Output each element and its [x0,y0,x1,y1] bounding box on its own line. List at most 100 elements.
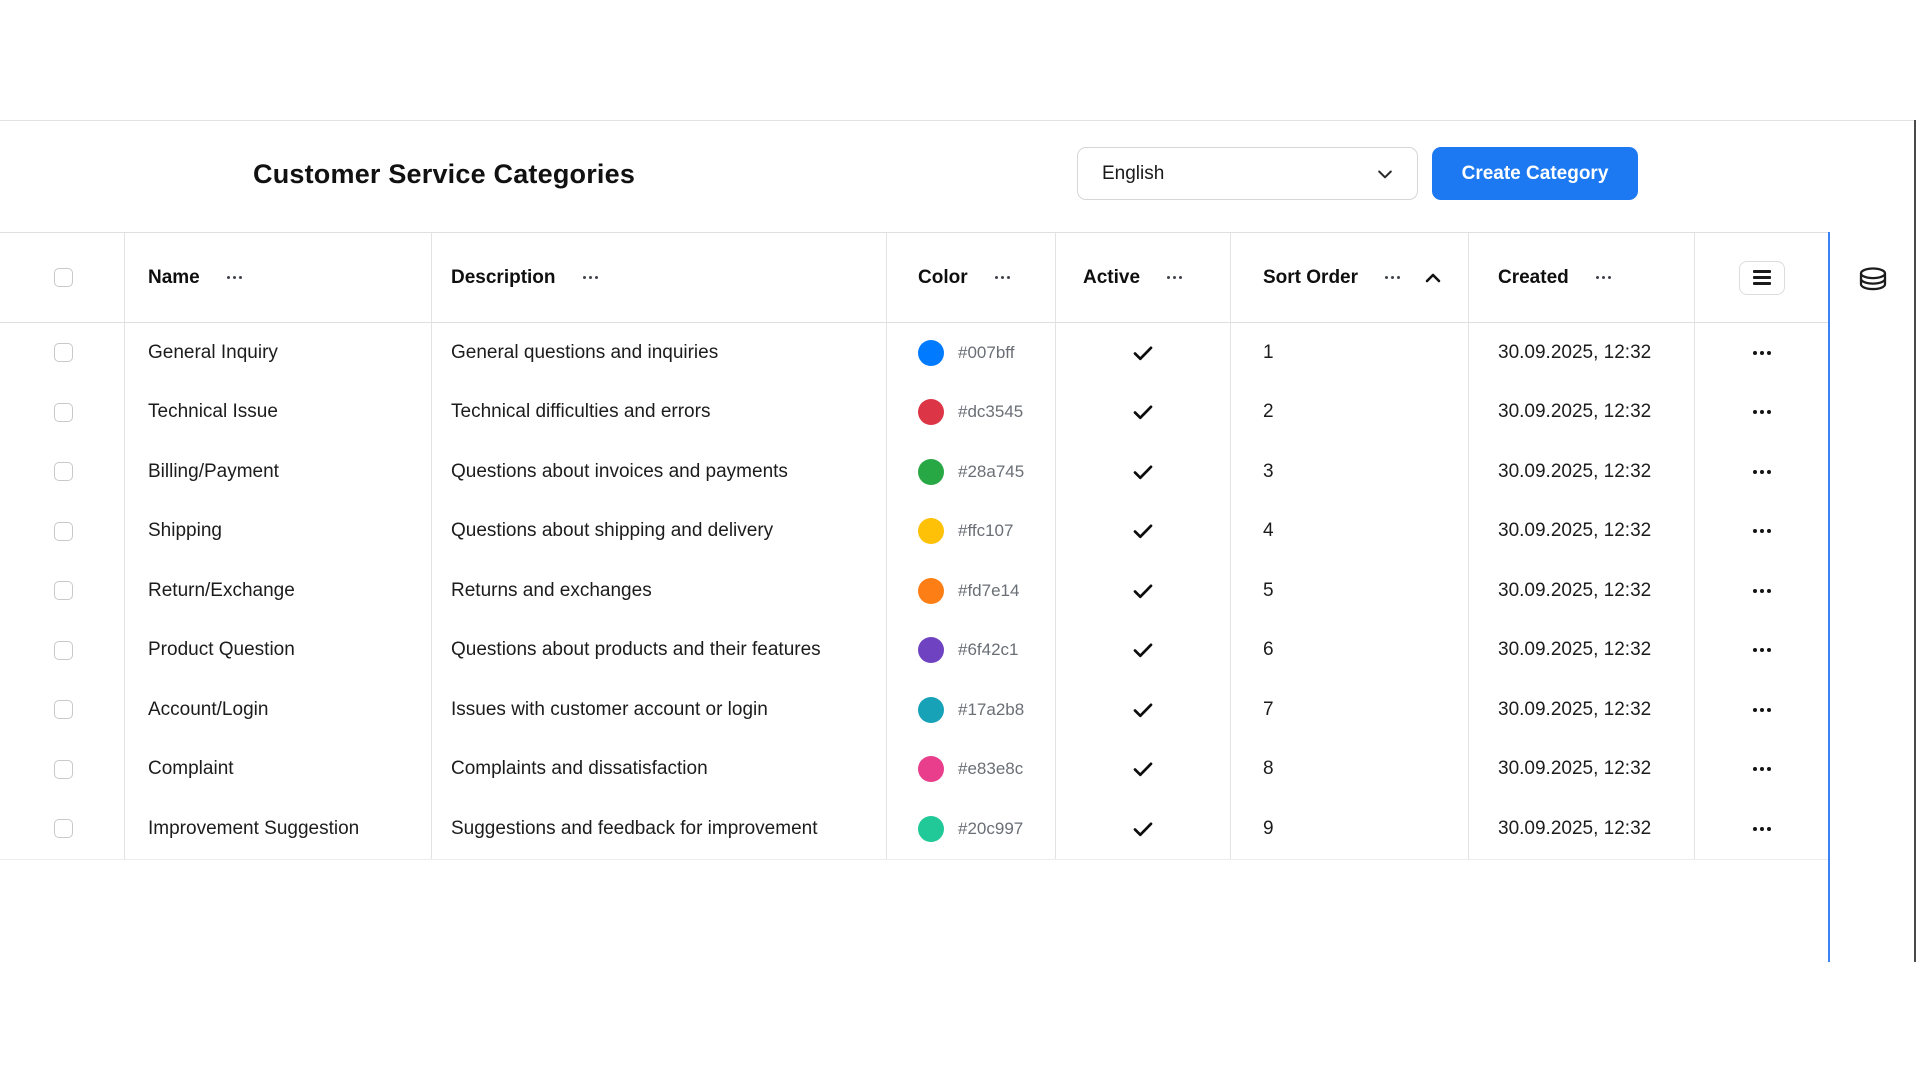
column-menu-icon[interactable] [583,276,598,279]
row-name: Product Question [148,639,295,661]
sort-order-value: 9 [1263,818,1274,840]
create-category-button[interactable]: Create Category [1432,147,1638,200]
row-name: Shipping [148,520,222,542]
table-row: Shipping Questions about shipping and de… [0,502,1829,562]
language-select-value: English [1102,163,1164,185]
table-header-row: Name Description Color Active Sort Order [0,232,1829,323]
row-actions-button[interactable] [1753,708,1771,712]
table-row: Account/Login Issues with customer accou… [0,680,1829,740]
color-hex: #e83e8c [958,759,1023,779]
color-dot [918,637,944,663]
color-hex: #fd7e14 [958,581,1019,601]
column-header-sort-order: Sort Order [1263,267,1358,289]
color-dot [918,518,944,544]
column-menu-icon[interactable] [995,276,1010,279]
column-header-name: Name [148,267,200,289]
created-value: 30.09.2025, 12:32 [1498,758,1651,780]
created-value: 30.09.2025, 12:32 [1498,461,1651,483]
active-check-icon [1131,341,1155,365]
row-checkbox[interactable] [54,700,73,719]
row-checkbox[interactable] [54,522,73,541]
color-hex: #007bff [958,343,1014,363]
row-checkbox[interactable] [54,343,73,362]
column-menu-icon[interactable] [1385,276,1400,279]
table-row: Product Question Questions about product… [0,621,1829,681]
row-name: Billing/Payment [148,461,279,483]
color-hex: #20c997 [958,819,1023,839]
column-header-description: Description [451,267,556,289]
sort-order-value: 6 [1263,639,1274,661]
sort-order-value: 3 [1263,461,1274,483]
sort-order-value: 7 [1263,699,1274,721]
row-actions-button[interactable] [1753,529,1771,533]
sort-ascending-icon[interactable] [1425,272,1441,284]
row-description: General questions and inquiries [451,342,718,364]
color-hex: #17a2b8 [958,700,1024,720]
row-checkbox[interactable] [54,819,73,838]
sort-order-value: 2 [1263,401,1274,423]
row-name: Improvement Suggestion [148,818,359,840]
created-value: 30.09.2025, 12:32 [1498,699,1651,721]
row-description: Questions about invoices and payments [451,461,788,483]
row-description: Technical difficulties and errors [451,401,710,423]
sort-order-value: 5 [1263,580,1274,602]
created-value: 30.09.2025, 12:32 [1498,818,1651,840]
table-row: Improvement Suggestion Suggestions and f… [0,799,1829,859]
table-options-button[interactable] [1739,261,1785,295]
color-hex: #dc3545 [958,402,1023,422]
row-description: Suggestions and feedback for improvement [451,818,818,840]
language-select[interactable]: English [1077,147,1418,200]
color-hex: #ffc107 [958,521,1013,541]
database-icon[interactable] [1857,265,1889,300]
row-description: Returns and exchanges [451,580,652,602]
color-hex: #6f42c1 [958,640,1019,660]
row-name: General Inquiry [148,342,278,364]
sort-order-value: 8 [1263,758,1274,780]
row-name: Technical Issue [148,401,278,423]
row-actions-button[interactable] [1753,470,1771,474]
created-value: 30.09.2025, 12:32 [1498,639,1651,661]
table-row: Technical Issue Technical difficulties a… [0,383,1829,443]
row-actions-button[interactable] [1753,827,1771,831]
page-title: Customer Service Categories [253,159,635,190]
row-actions-button[interactable] [1753,410,1771,414]
row-checkbox[interactable] [54,581,73,600]
table-row: Billing/Payment Questions about invoices… [0,442,1829,502]
row-actions-button[interactable] [1753,648,1771,652]
table-row: General Inquiry General questions and in… [0,323,1829,383]
color-dot [918,399,944,425]
created-value: 30.09.2025, 12:32 [1498,520,1651,542]
color-hex: #28a745 [958,462,1024,482]
table-row: Complaint Complaints and dissatisfaction… [0,740,1829,800]
panel-edge-line [1914,120,1916,962]
row-checkbox[interactable] [54,641,73,660]
row-name: Complaint [148,758,234,780]
active-check-icon [1131,460,1155,484]
row-checkbox[interactable] [54,462,73,481]
row-description: Complaints and dissatisfaction [451,758,708,780]
column-menu-icon[interactable] [227,276,242,279]
created-value: 30.09.2025, 12:32 [1498,342,1651,364]
row-description: Issues with customer account or login [451,699,768,721]
color-dot [918,816,944,842]
row-checkbox[interactable] [54,403,73,422]
table-row: Return/Exchange Returns and exchanges #f… [0,561,1829,621]
row-checkbox[interactable] [54,760,73,779]
column-menu-icon[interactable] [1596,276,1611,279]
color-dot [918,459,944,485]
color-dot [918,340,944,366]
created-value: 30.09.2025, 12:32 [1498,580,1651,602]
row-actions-button[interactable] [1753,351,1771,355]
categories-table: Name Description Color Active Sort Order [0,232,1829,860]
sort-order-value: 1 [1263,342,1274,364]
row-actions-button[interactable] [1753,767,1771,771]
column-menu-icon[interactable] [1167,276,1182,279]
row-actions-button[interactable] [1753,589,1771,593]
active-check-icon [1131,400,1155,424]
color-dot [918,697,944,723]
column-header-active: Active [1083,267,1140,289]
table-right-divider [1828,232,1830,962]
top-divider [0,120,1915,121]
color-dot [918,578,944,604]
select-all-checkbox[interactable] [54,268,73,287]
